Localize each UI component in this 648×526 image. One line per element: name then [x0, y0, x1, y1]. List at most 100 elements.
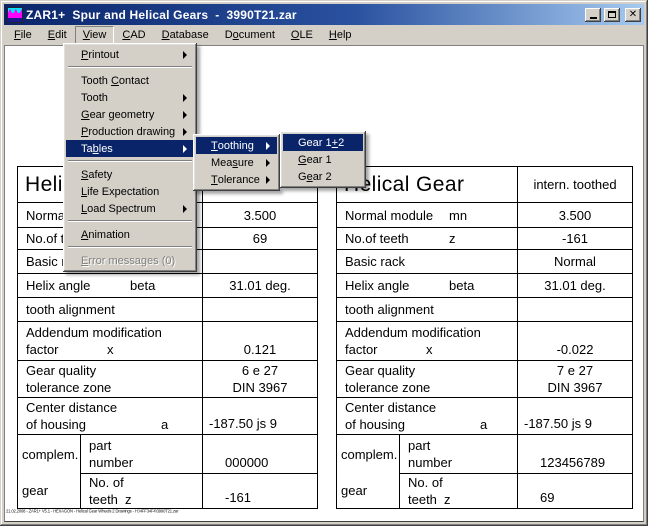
menubar-help[interactable]: Help: [321, 26, 360, 44]
cell-value: [202, 297, 317, 321]
table-row: Normal modulemn3.500: [337, 202, 632, 227]
table-row: gearNo. ofteethz69: [337, 473, 632, 508]
menu-item-gear-2[interactable]: Gear 2: [283, 168, 363, 185]
cell-symbol: x: [426, 341, 433, 358]
table-row: Addendum modificationfactorx-0.022: [337, 321, 632, 360]
gear-base-shape: [8, 18, 22, 22]
menubar: FileEditViewCADDatabaseDocumentOLEHelp: [4, 25, 644, 45]
minimize-icon: [590, 17, 597, 19]
cell-symbol: z: [449, 230, 456, 247]
menu-separator: [68, 220, 192, 222]
menubar-database[interactable]: Database: [154, 26, 217, 44]
cell-value: 69: [517, 473, 632, 508]
menu-item-tables[interactable]: Tables: [66, 140, 194, 157]
menu-item-printout[interactable]: Printout: [66, 46, 194, 63]
toothing-submenu: Gear 1+2Gear 1Gear 2: [280, 131, 366, 188]
cell-group: complem.: [18, 434, 80, 473]
cell-group: gear: [337, 473, 399, 508]
menu-separator: [68, 246, 192, 248]
cell-symbol: beta: [449, 277, 474, 294]
cell-symbol: z: [125, 491, 132, 508]
submenu-arrow-icon: [266, 142, 270, 150]
menu-item-toothing[interactable]: Toothing: [196, 137, 277, 154]
close-button[interactable]: ✕: [625, 8, 641, 22]
cell-value: -161: [517, 227, 632, 249]
cell-value: -0.022: [517, 321, 632, 360]
table-row: tooth alignment: [18, 297, 317, 321]
table-row: complem.partnumber123456789: [337, 434, 632, 473]
menu-item-load-spectrum[interactable]: Load Spectrum: [66, 200, 194, 217]
menubar-edit[interactable]: Edit: [40, 26, 75, 44]
cell-value: 6 e 27DIN 3967: [202, 360, 317, 397]
cell-value: 0.121: [202, 321, 317, 360]
tables-submenu: ToothingMeasureTolerance: [193, 134, 280, 191]
app-icon[interactable]: [7, 7, 23, 23]
cell-value: [517, 297, 632, 321]
submenu-arrow-icon: [183, 51, 187, 59]
titlebar: ZAR1+ Spur and Helical Gears - 3990T21.z…: [4, 4, 644, 25]
menu-item-life-expectation[interactable]: Life Expectation: [66, 183, 194, 200]
cell-label: Helix anglebeta: [337, 273, 517, 297]
menubar-document[interactable]: Document: [217, 26, 283, 44]
cell-value: 31.01 deg.: [202, 273, 317, 297]
menubar-file[interactable]: File: [6, 26, 40, 44]
submenu-arrow-icon: [183, 94, 187, 102]
menu-item-gear-1-2[interactable]: Gear 1+2: [283, 134, 363, 151]
cell-value: 000000: [202, 434, 317, 473]
submenu-arrow-icon: [183, 128, 187, 136]
cell-symbol: z: [444, 491, 451, 508]
cell-value: intern. toothed: [517, 167, 632, 202]
gear-table-right: Helical Gearintern. toothedNormal module…: [336, 166, 633, 509]
cell-symbol: mn: [449, 207, 467, 224]
menu-item-production-drawing[interactable]: Production drawing: [66, 123, 194, 140]
table-row: Gear qualitytolerance zone6 e 27DIN 3967: [18, 360, 317, 397]
cell-label: No. ofteethz: [80, 473, 202, 508]
cell-label: Basic rack: [337, 249, 517, 273]
maximize-button[interactable]: [604, 8, 620, 22]
cell-value: -187.50 js 9: [517, 397, 632, 434]
table-row: gearNo. ofteethz-161: [18, 473, 317, 508]
menubar-cad[interactable]: CAD: [114, 26, 153, 44]
cell-group: complem.: [337, 434, 399, 473]
cell-symbol: a: [480, 416, 487, 433]
table-row: Basic rackNormal: [337, 249, 632, 273]
cell-group: gear: [18, 473, 80, 508]
menu-item-measure[interactable]: Measure: [196, 154, 277, 171]
cell-value: 69: [202, 227, 317, 249]
cell-value: -187.50 js 9: [202, 397, 317, 434]
menu-item-tolerance[interactable]: Tolerance: [196, 171, 277, 188]
cell-label: Center distanceof housinga: [18, 397, 202, 434]
table-row: complem.partnumber000000: [18, 434, 317, 473]
cell-value: 3.500: [517, 202, 632, 227]
cell-label: Center distanceof housinga: [337, 397, 517, 434]
cell-label: Addendum modificationfactorx: [18, 321, 202, 360]
cell-value: [202, 249, 317, 273]
cell-label: partnumber: [80, 434, 202, 473]
table-row: Center distanceof housinga-187.50 js 9: [337, 397, 632, 434]
cell-value: 3.500: [202, 202, 317, 227]
table-row: Gear qualitytolerance zone7 e 27DIN 3967: [337, 360, 632, 397]
submenu-arrow-icon: [183, 205, 187, 213]
table-row: Helix anglebeta31.01 deg.: [337, 273, 632, 297]
cell-symbol: a: [161, 416, 168, 433]
menubar-view[interactable]: View: [75, 26, 115, 44]
cell-label: partnumber: [399, 434, 517, 473]
cell-label: Helix anglebeta: [18, 273, 202, 297]
submenu-arrow-icon: [183, 111, 187, 119]
menu-item-error-messages-0[interactable]: Error messages (0): [66, 252, 194, 269]
menu-separator: [68, 66, 192, 68]
menu-item-animation[interactable]: Animation: [66, 226, 194, 243]
menu-item-tooth[interactable]: Tooth: [66, 89, 194, 106]
footer-note: 21.02.2008 - ZAR1+ V5.1 - HEXAGON - Heli…: [6, 509, 190, 514]
menu-separator: [68, 160, 192, 162]
menu-item-safety[interactable]: Safety: [66, 166, 194, 183]
cell-value: 31.01 deg.: [517, 273, 632, 297]
table-row: Center distanceof housinga-187.50 js 9: [18, 397, 317, 434]
menubar-ole[interactable]: OLE: [283, 26, 321, 44]
view-menu-dropdown: Printout Tooth ContactToothGear geometryP…: [63, 43, 197, 272]
cell-label: Gear qualitytolerance zone: [18, 360, 202, 397]
menu-item-tooth-contact[interactable]: Tooth Contact: [66, 72, 194, 89]
minimize-button[interactable]: [585, 8, 601, 22]
menu-item-gear-1[interactable]: Gear 1: [283, 151, 363, 168]
menu-item-gear-geometry[interactable]: Gear geometry: [66, 106, 194, 123]
